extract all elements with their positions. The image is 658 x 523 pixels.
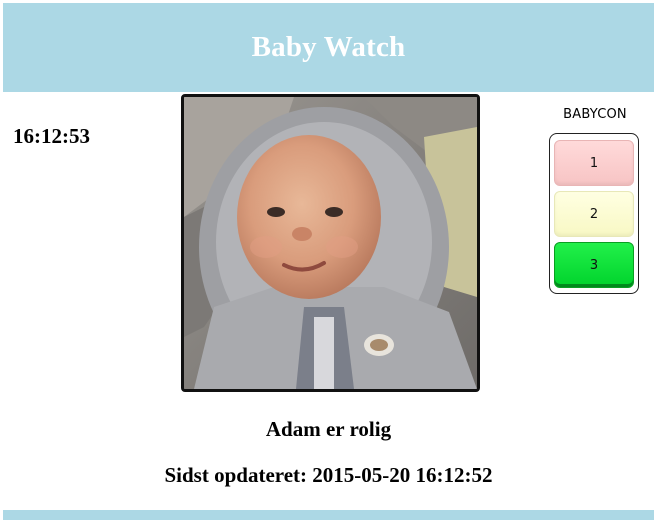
babycon-level-3-button[interactable]: 3 bbox=[554, 242, 634, 288]
app-frame: Baby Watch 16:12:53 BABYCON 1 2 3 Adam e… bbox=[3, 3, 654, 520]
current-time: 16:12:53 bbox=[13, 124, 90, 148]
babycon-label: BABYCON bbox=[563, 107, 627, 122]
baby-photo-image bbox=[184, 97, 477, 389]
babycon-level-2-button[interactable]: 2 bbox=[554, 191, 634, 237]
baby-photo bbox=[181, 94, 480, 392]
baby-status-text: Adam er rolig bbox=[265, 417, 392, 441]
page-title: Baby Watch bbox=[251, 31, 406, 63]
footer-bar bbox=[3, 510, 654, 520]
babycon-level-1-button[interactable]: 1 bbox=[554, 140, 634, 186]
babycon-panel: 1 2 3 bbox=[549, 133, 639, 294]
header-bar: Baby Watch bbox=[3, 3, 654, 92]
last-updated-text: Sidst opdateret: 2015-05-20 16:12:52 bbox=[164, 463, 493, 487]
